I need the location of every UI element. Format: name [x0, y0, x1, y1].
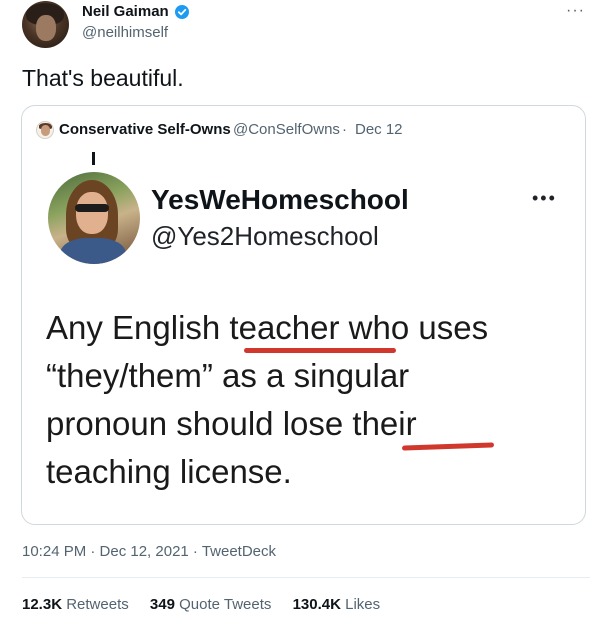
tweet-text: That's beautiful. — [22, 65, 184, 91]
tweet-stats: 12.3K Retweets 349 Quote Tweets 130.4K L… — [22, 596, 397, 614]
likes-label: Likes — [345, 596, 381, 613]
likes-stat[interactable]: 130.4K Likes — [293, 596, 381, 613]
tweet-timestamp[interactable]: 10:24 PM · Dec 12, 2021 · TweetDeck — [22, 543, 276, 561]
retweets-count: 12.3K — [22, 596, 63, 613]
quote-author-name: Conservative Self-Owns — [59, 121, 231, 138]
quote-date: Dec 12 — [355, 121, 403, 138]
retweets-label: Retweets — [66, 596, 129, 613]
author-handle[interactable]: @neilhimself — [82, 24, 168, 42]
image-text-line: Any English teacher who uses — [46, 309, 489, 346]
divider — [22, 577, 590, 578]
quote-author-avatar — [36, 121, 54, 139]
quote-author-handle: @ConSelfOwns — [233, 121, 340, 138]
retweets-stat[interactable]: 12.3K Retweets — [22, 596, 129, 613]
image-profile-photo — [48, 172, 140, 264]
image-account-name: YesWeHomeschool — [151, 184, 409, 215]
quote-separator: · — [342, 121, 347, 138]
likes-count: 130.4K — [292, 596, 341, 613]
author-avatar[interactable] — [22, 1, 69, 48]
author-name[interactable]: Neil Gaiman — [82, 3, 169, 21]
quote-tweets-label: Quote Tweets — [179, 596, 272, 613]
quote-tweets-stat[interactable]: 349 Quote Tweets — [150, 596, 271, 613]
image-text-line: pronoun should lose their — [46, 405, 417, 442]
image-text-line: teaching license. — [46, 453, 292, 490]
image-more-icon: ••• — [532, 188, 557, 208]
quote-tweets-count: 349 — [149, 596, 175, 613]
image-account-handle: @Yes2Homeschool — [151, 221, 379, 251]
image-crop-mark — [92, 152, 95, 165]
image-tweet-text: Any English teacher who uses “they/them”… — [46, 304, 566, 496]
more-icon[interactable]: ··· — [566, 2, 585, 20]
verified-badge-icon — [175, 5, 189, 19]
quote-tweet-card[interactable]: Conservative Self-Owns @ConSelfOwns · De… — [21, 105, 586, 525]
image-text-line: “they/them” as a singular — [46, 357, 410, 394]
underline-teacher — [244, 348, 396, 353]
